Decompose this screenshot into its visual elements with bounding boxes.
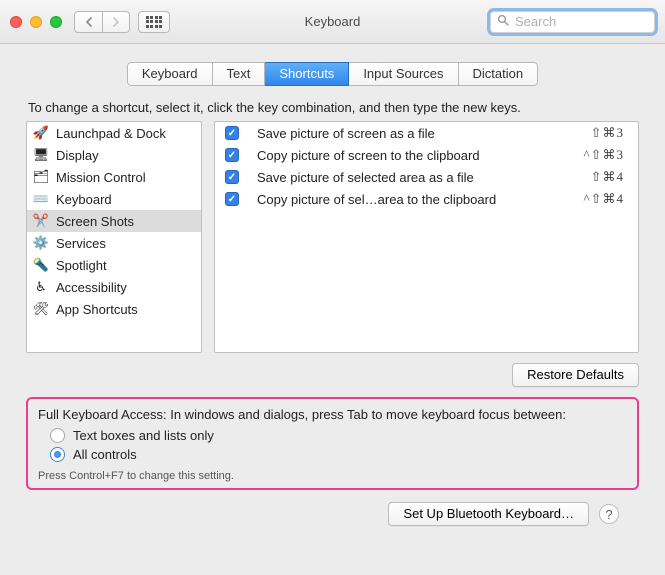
mission-control-icon: 🗂 [33, 169, 49, 185]
shortcut-combo[interactable]: ⇧⌘4 [591, 169, 624, 185]
shortcut-checkbox[interactable]: ✓ [225, 192, 239, 206]
screenshot-icon: ✂️ [33, 213, 49, 229]
category-keyboard[interactable]: ⌨️ Keyboard [27, 188, 201, 210]
launchpad-icon: 🚀 [33, 125, 49, 141]
shortcut-label: Save picture of screen as a file [257, 126, 591, 141]
radio-icon [50, 447, 65, 462]
fka-radio-all-controls[interactable]: All controls [38, 445, 627, 464]
shortcut-row[interactable]: ✓ Copy picture of screen to the clipboar… [215, 144, 638, 166]
display-icon: 🖥 [33, 147, 49, 163]
show-all-prefs-button[interactable] [138, 11, 170, 33]
forward-button[interactable] [102, 11, 130, 33]
category-list[interactable]: 🚀 Launchpad & Dock 🖥 Display 🗂 Mission C… [26, 121, 202, 353]
radio-icon [50, 428, 65, 443]
shortcut-list[interactable]: ✓ Save picture of screen as a file ⇧⌘3 ✓… [214, 121, 639, 353]
category-display[interactable]: 🖥 Display [27, 144, 201, 166]
shortcut-label: Save picture of selected area as a file [257, 170, 591, 185]
zoom-window-button[interactable] [50, 16, 62, 28]
category-label: Display [56, 148, 99, 163]
shortcut-combo[interactable]: ^⇧⌘3 [584, 147, 625, 163]
category-label: App Shortcuts [56, 302, 138, 317]
tab-shortcuts[interactable]: Shortcuts [265, 62, 349, 86]
category-label: Mission Control [56, 170, 146, 185]
search-placeholder: Search [515, 14, 556, 29]
grid-icon [146, 16, 163, 28]
shortcut-row[interactable]: ✓ Save picture of selected area as a fil… [215, 166, 638, 188]
category-label: Services [56, 236, 106, 251]
tab-text[interactable]: Text [213, 62, 266, 86]
setup-bluetooth-keyboard-button[interactable]: Set Up Bluetooth Keyboard… [388, 502, 589, 526]
restore-defaults-button[interactable]: Restore Defaults [512, 363, 639, 387]
tab-keyboard[interactable]: Keyboard [127, 62, 213, 86]
tab-bar: Keyboard Text Shortcuts Input Sources Di… [26, 62, 639, 86]
category-label: Accessibility [56, 280, 127, 295]
shortcut-checkbox[interactable]: ✓ [225, 126, 239, 140]
shortcut-row[interactable]: ✓ Save picture of screen as a file ⇧⌘3 [215, 122, 638, 144]
category-screen-shots[interactable]: ✂️ Screen Shots [27, 210, 201, 232]
window-controls [10, 16, 62, 28]
shortcut-combo[interactable]: ^⇧⌘4 [584, 191, 625, 207]
services-icon: ⚙️ [33, 235, 49, 251]
category-label: Screen Shots [56, 214, 134, 229]
search-input[interactable]: Search [490, 11, 655, 33]
spotlight-icon: 🔦 [33, 257, 49, 273]
shortcut-combo[interactable]: ⇧⌘3 [591, 125, 624, 141]
shortcut-checkbox[interactable]: ✓ [225, 148, 239, 162]
tab-input-sources[interactable]: Input Sources [349, 62, 458, 86]
category-accessibility[interactable]: ♿︎ Accessibility [27, 276, 201, 298]
tab-dictation[interactable]: Dictation [459, 62, 539, 86]
search-icon [497, 14, 509, 29]
nav-buttons [74, 11, 130, 33]
category-label: Launchpad & Dock [56, 126, 166, 141]
fka-title: Full Keyboard Access: In windows and dia… [38, 407, 627, 422]
shortcut-row[interactable]: ✓ Copy picture of sel…area to the clipbo… [215, 188, 638, 210]
instruction-text: To change a shortcut, select it, click t… [28, 100, 639, 115]
back-button[interactable] [74, 11, 102, 33]
category-launchpad-dock[interactable]: 🚀 Launchpad & Dock [27, 122, 201, 144]
full-keyboard-access-section: Full Keyboard Access: In windows and dia… [26, 397, 639, 490]
minimize-window-button[interactable] [30, 16, 42, 28]
fka-hint: Press Control+F7 to change this setting. [38, 470, 627, 482]
help-button[interactable]: ? [599, 504, 619, 524]
category-app-shortcuts[interactable]: 🛠 App Shortcuts [27, 298, 201, 320]
category-mission-control[interactable]: 🗂 Mission Control [27, 166, 201, 188]
fka-radio-text-boxes[interactable]: Text boxes and lists only [38, 426, 627, 445]
shortcut-label: Copy picture of screen to the clipboard [257, 148, 584, 163]
category-label: Keyboard [56, 192, 112, 207]
fka-option-label: All controls [73, 447, 137, 462]
shortcut-label: Copy picture of sel…area to the clipboar… [257, 192, 584, 207]
category-services[interactable]: ⚙️ Services [27, 232, 201, 254]
title-bar: Keyboard Search [0, 0, 665, 44]
shortcut-checkbox[interactable]: ✓ [225, 170, 239, 184]
category-spotlight[interactable]: 🔦 Spotlight [27, 254, 201, 276]
keyboard-icon: ⌨️ [33, 191, 49, 207]
accessibility-icon: ♿︎ [33, 279, 49, 295]
category-label: Spotlight [56, 258, 107, 273]
fka-option-label: Text boxes and lists only [73, 428, 214, 443]
close-window-button[interactable] [10, 16, 22, 28]
app-shortcuts-icon: 🛠 [33, 301, 49, 317]
